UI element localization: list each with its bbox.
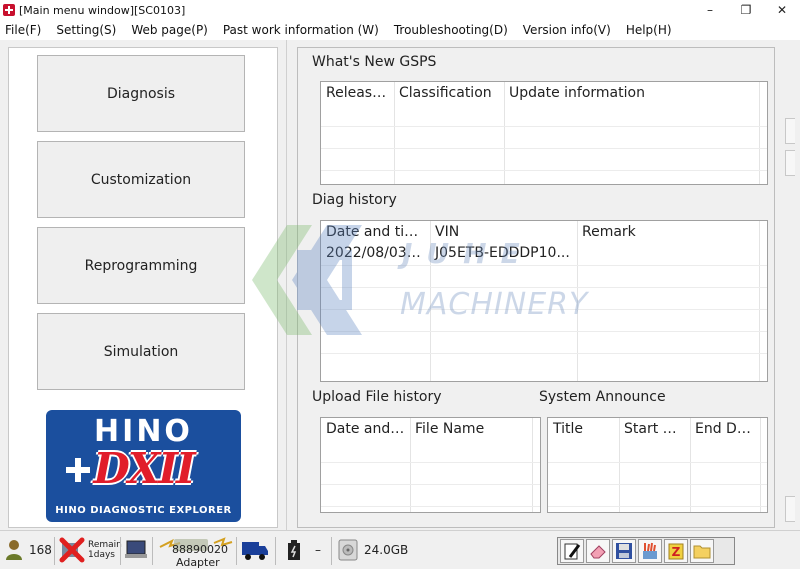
hino-dx2-logo: HINO DXII HINO DIAGNOSTIC EXPLORER bbox=[46, 410, 241, 522]
side-scroll-tab[interactable] bbox=[785, 150, 795, 176]
adapter-id: 88890020 bbox=[172, 543, 228, 556]
menu-version-info[interactable]: Version info(V) bbox=[523, 23, 611, 37]
tool-button[interactable] bbox=[638, 539, 662, 563]
title-bar: [Main menu window][SC0103] – ❐ ✕ bbox=[0, 0, 800, 20]
menu-troubleshooting[interactable]: Troubleshooting(D) bbox=[394, 23, 508, 37]
menu-bar: File(F) Setting(S) Web page(P) Past work… bbox=[0, 20, 800, 39]
tool-button[interactable] bbox=[560, 539, 584, 563]
whats-new-table[interactable]: Release... Classification Update informa… bbox=[320, 81, 768, 185]
disk-status: 24.0GB bbox=[338, 539, 408, 561]
notepad-pen-icon bbox=[564, 543, 581, 560]
user-icon bbox=[6, 540, 22, 560]
column-header[interactable]: File Name bbox=[410, 418, 532, 440]
function-menu-panel: Diagnosis Customization Reprogramming Si… bbox=[8, 47, 278, 528]
simulation-button[interactable]: Simulation bbox=[37, 313, 245, 390]
menu-setting[interactable]: Setting(S) bbox=[56, 23, 116, 37]
column-header[interactable]: End Dat... bbox=[690, 418, 760, 440]
tool-button[interactable] bbox=[586, 539, 610, 563]
column-header[interactable]: Update information bbox=[504, 82, 759, 104]
menu-web-page[interactable]: Web page(P) bbox=[131, 23, 208, 37]
table-cell[interactable] bbox=[577, 243, 759, 265]
reprogramming-button[interactable]: Reprogramming bbox=[37, 227, 245, 304]
column-header[interactable]: Release... bbox=[321, 82, 394, 104]
app-icon bbox=[3, 4, 15, 16]
license-status: Remain 1days bbox=[59, 537, 122, 563]
license-x-icon bbox=[59, 537, 85, 563]
customization-button[interactable]: Customization bbox=[37, 141, 245, 218]
vehicle-status bbox=[241, 538, 269, 562]
maximize-button[interactable]: ❐ bbox=[728, 0, 764, 20]
user-status: 168 bbox=[5, 539, 52, 561]
laptop-status bbox=[124, 539, 148, 561]
column-header[interactable]: Date and time bbox=[321, 221, 430, 243]
logo-tagline: HINO DIAGNOSTIC EXPLORER bbox=[55, 505, 232, 516]
remain-days: 1days bbox=[88, 550, 115, 560]
system-announce-title: System Announce bbox=[539, 389, 666, 405]
save-icon bbox=[616, 543, 632, 559]
system-announce-table[interactable]: Title Start D... End Dat... bbox=[547, 417, 768, 513]
truck-icon bbox=[242, 542, 268, 560]
diagnosis-button[interactable]: Diagnosis bbox=[37, 55, 245, 132]
column-header[interactable]: Start D... bbox=[619, 418, 690, 440]
menu-help[interactable]: Help(H) bbox=[626, 23, 672, 37]
side-scroll-tab[interactable] bbox=[785, 496, 795, 522]
menu-file[interactable]: File(F) bbox=[5, 23, 41, 37]
minimize-button[interactable]: – bbox=[692, 0, 728, 20]
upload-file-history-table[interactable]: Date and t... File Name bbox=[320, 417, 541, 513]
zip-icon: Z bbox=[668, 543, 684, 560]
laptop-icon bbox=[125, 540, 147, 558]
diag-history-title: Diag history bbox=[312, 192, 397, 208]
dx2-product-text: DXII bbox=[93, 444, 195, 493]
table-cell[interactable]: 2022/08/03 1... bbox=[321, 243, 430, 265]
column-header[interactable]: Title bbox=[548, 418, 619, 440]
toolbar-group: Z bbox=[557, 537, 735, 565]
information-panel: What's New GSPS Release... Classificatio… bbox=[297, 47, 775, 528]
eraser-icon bbox=[590, 545, 606, 559]
side-scroll-tab[interactable] bbox=[785, 118, 795, 144]
column-header[interactable]: Classification bbox=[394, 82, 504, 104]
battery-status: – bbox=[287, 539, 321, 561]
status-bar: 168 Remain 1days 88890020 Adapter – 24.0… bbox=[0, 530, 800, 569]
whats-new-title: What's New GSPS bbox=[312, 54, 437, 70]
folder-icon bbox=[693, 545, 711, 559]
adapter-label: Adapter bbox=[176, 556, 220, 569]
tool-button[interactable]: Z bbox=[664, 539, 688, 563]
user-count: 168 bbox=[29, 543, 52, 557]
disk-free-space: 24.0GB bbox=[364, 543, 409, 557]
tool-button[interactable] bbox=[612, 539, 636, 563]
disk-icon bbox=[338, 539, 358, 561]
remain-label: Remain bbox=[88, 540, 122, 550]
column-header[interactable]: Date and t... bbox=[321, 418, 410, 440]
menu-past-work-information[interactable]: Past work information (W) bbox=[223, 23, 379, 37]
diag-history-table[interactable]: Date and time VIN Remark 2022/08/03 1...… bbox=[320, 220, 768, 382]
window-controls: – ❐ ✕ bbox=[692, 0, 800, 20]
window-title: [Main menu window][SC0103] bbox=[19, 3, 186, 17]
column-header[interactable]: VIN bbox=[430, 221, 577, 243]
adapter-status: 88890020 Adapter bbox=[158, 535, 234, 569]
battery-value: – bbox=[315, 543, 321, 557]
svg-text:Z: Z bbox=[672, 545, 681, 559]
pencils-icon bbox=[643, 542, 657, 559]
table-cell[interactable]: J05ETB-EDDDP10... bbox=[430, 243, 577, 265]
panel-splitter[interactable] bbox=[286, 40, 294, 530]
upload-file-history-title: Upload File history bbox=[312, 389, 442, 405]
tool-button[interactable] bbox=[690, 539, 714, 563]
battery-icon bbox=[288, 540, 300, 560]
column-header[interactable]: Remark bbox=[577, 221, 759, 243]
close-button[interactable]: ✕ bbox=[764, 0, 800, 20]
